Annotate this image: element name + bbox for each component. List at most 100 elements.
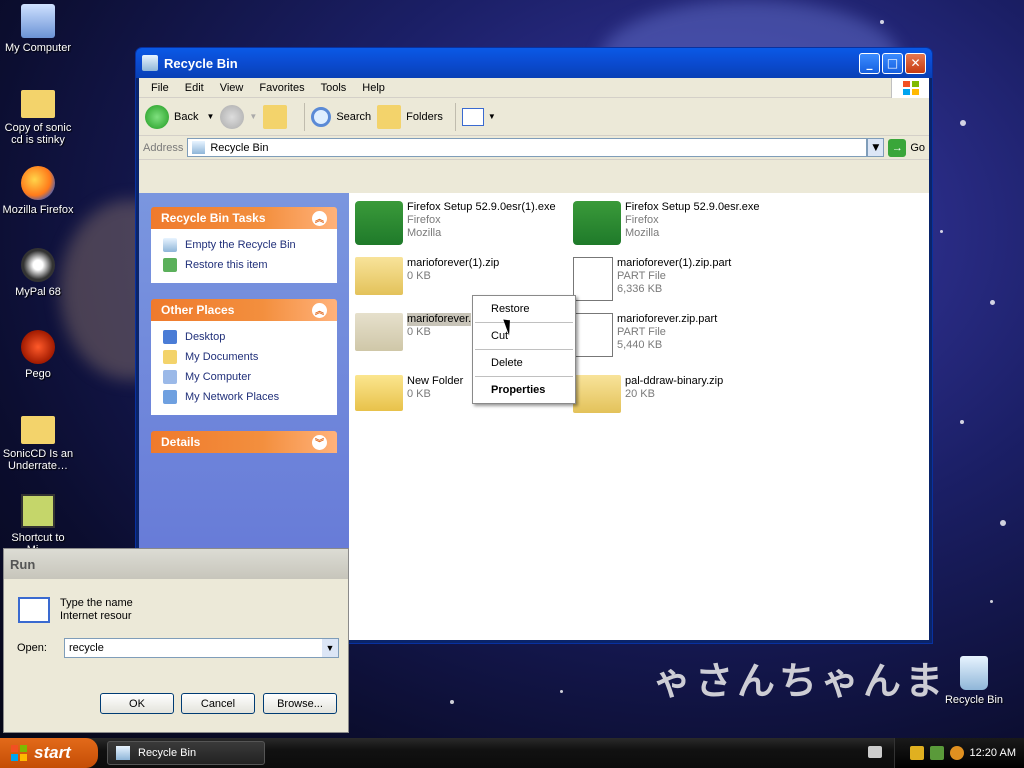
firefox-setup-icon [355,201,403,245]
context-menu: Restore Cut Delete Properties [472,295,576,404]
up-folder-icon [263,104,288,129]
restore-icon [163,258,177,272]
firefox-setup-icon [573,201,621,245]
menu-view[interactable]: View [212,82,252,94]
menu-edit[interactable]: Edit [177,82,212,94]
desktop-icon-shortcut[interactable]: Shortcut to Mi… [0,494,76,556]
menu-tools[interactable]: Tools [313,82,355,94]
collapse-chevron-icon[interactable]: ︽ [312,302,327,318]
browse-button[interactable]: Browse... [263,693,337,714]
context-properties[interactable]: Properties [473,379,575,401]
file-item[interactable]: Firefox Setup 52.9.0esr(1).exe Firefox Moz… [355,201,556,245]
views-button[interactable]: ▼ [461,107,496,126]
context-cut[interactable]: Cut [473,325,575,347]
up-folder-button[interactable] [263,104,292,129]
file-size: 0 KB [407,326,431,338]
window-title: Recycle Bin [164,55,238,71]
file-item[interactable]: marioforever(1).zip 0 KB [355,257,499,295]
recycle-bin-tasks-panel: Recycle Bin Tasks ︽ Empty the Recycle Bi… [151,207,337,283]
file-item[interactable]: pal-ddraw-binary.zip 20 KB [573,375,723,413]
views-icon [461,107,484,126]
keyboard-icon[interactable] [868,746,882,758]
panel-header[interactable]: Recycle Bin Tasks ︽ [151,207,337,229]
context-delete[interactable]: Delete [473,352,575,374]
empty-recycle-bin-link[interactable]: Empty the Recycle Bin [163,235,325,255]
go-button[interactable]: → Go [888,138,925,157]
forward-button[interactable]: ▼ [220,104,257,129]
zip-folder-icon [355,313,403,351]
part-file-icon [573,257,613,301]
desktop-icon-my-computer[interactable]: My Computer [0,4,76,54]
title-bar[interactable]: Recycle Bin _ □ ✕ [136,48,932,78]
chevron-down-icon[interactable]: ▼ [322,639,338,657]
back-button[interactable]: Back ▼ [145,104,214,129]
file-item[interactable]: Firefox Setup 52.9.0esr.exe Firefox Mozill… [573,201,760,245]
menu-favorites[interactable]: Favorites [251,82,312,94]
collapse-chevron-icon[interactable]: ︽ [312,210,327,226]
close-button[interactable]: ✕ [905,52,926,74]
folders-button[interactable]: Folders [377,104,443,129]
run-open-input[interactable]: recycle ▼ [64,638,339,658]
folder-icon [21,416,55,444]
folders-icon [377,104,402,129]
taskbar-item-label: Recycle Bin [138,747,197,759]
desktop-icon-firefox[interactable]: Mozilla Firefox [0,166,76,216]
start-button[interactable]: start [0,738,98,768]
recycle-bin-icon [960,656,988,690]
file-item[interactable]: New Folder 0 KB [355,375,463,411]
desktop-icon-pego[interactable]: Pego [0,330,76,380]
forward-arrow-icon [220,104,245,129]
system-tray: 12:20 AM [894,738,1024,768]
ok-button[interactable]: OK [100,693,174,714]
shortcut-icon [21,494,55,528]
run-title[interactable]: Run [4,549,348,579]
restore-item-link[interactable]: Restore this item [163,255,325,275]
context-restore[interactable]: Restore [473,298,575,320]
link-label: My Documents [185,351,259,363]
cancel-button[interactable]: Cancel [181,693,255,714]
panel-header[interactable]: Other Places ︽ [151,299,337,321]
file-name: marioforever.zip.part [617,313,718,325]
file-item-selected[interactable]: marioforever. 0 KB [355,313,472,351]
file-item[interactable]: marioforever.zip.part PART File 5,440 KB [573,313,717,357]
file-item[interactable]: marioforever(1).zip.part PART File 6,336 K… [573,257,731,301]
clock[interactable]: 12:20 AM [970,747,1016,759]
place-my-computer-link[interactable]: My Computer [163,367,325,387]
file-type: PART File [617,326,666,338]
search-icon[interactable] [949,746,964,760]
chevron-down-icon[interactable]: ▼ [206,112,214,121]
link-label: Restore this item [185,259,268,271]
place-desktop-link[interactable]: Desktop [163,327,325,347]
security-shield-icon[interactable] [909,746,924,760]
desktop-icon-label: MyPal 68 [15,286,61,298]
file-size: 20 KB [625,388,655,400]
desktop-icon-label: Mozilla Firefox [2,204,74,216]
minimize-button[interactable]: _ [859,52,880,74]
panel-header[interactable]: Details ︾ [151,431,337,453]
desktop-icon-sonic-folder[interactable]: Copy of sonic cd is stinky [0,86,76,146]
search-label: Search [336,110,372,123]
address-dropdown-button[interactable]: ▼ [867,138,885,157]
file-name: marioforever(1).zip [407,257,500,269]
taskbar-item-recycle-bin[interactable]: Recycle Bin [107,741,265,765]
menu-file[interactable]: File [143,82,177,94]
menu-bar: File Edit View Favorites Tools Help [139,78,929,98]
maximize-button[interactable]: □ [882,52,903,74]
chevron-down-icon[interactable]: ▼ [249,112,257,121]
network-icon[interactable] [929,746,944,760]
go-label: Go [910,141,925,154]
computer-icon [21,4,55,38]
file-size: 6,336 KB [617,283,663,295]
place-my-documents-link[interactable]: My Documents [163,347,325,367]
file-size: 0 KB [407,388,431,400]
desktop-icon-mypal[interactable]: MyPal 68 [0,248,76,298]
menu-help[interactable]: Help [354,82,393,94]
search-button[interactable]: Search [311,106,372,127]
desktop-icon-recycle-bin[interactable]: Recycle Bin [936,656,1012,706]
address-field[interactable]: Recycle Bin [187,138,868,157]
recycle-bin-icon [192,141,206,154]
desktop-icon-soniccd-folder[interactable]: SonicCD Is an Underrate… [0,412,76,472]
place-network-link[interactable]: My Network Places [163,387,325,407]
file-name: New Folder [407,375,464,387]
expand-chevron-icon[interactable]: ︾ [312,434,327,450]
